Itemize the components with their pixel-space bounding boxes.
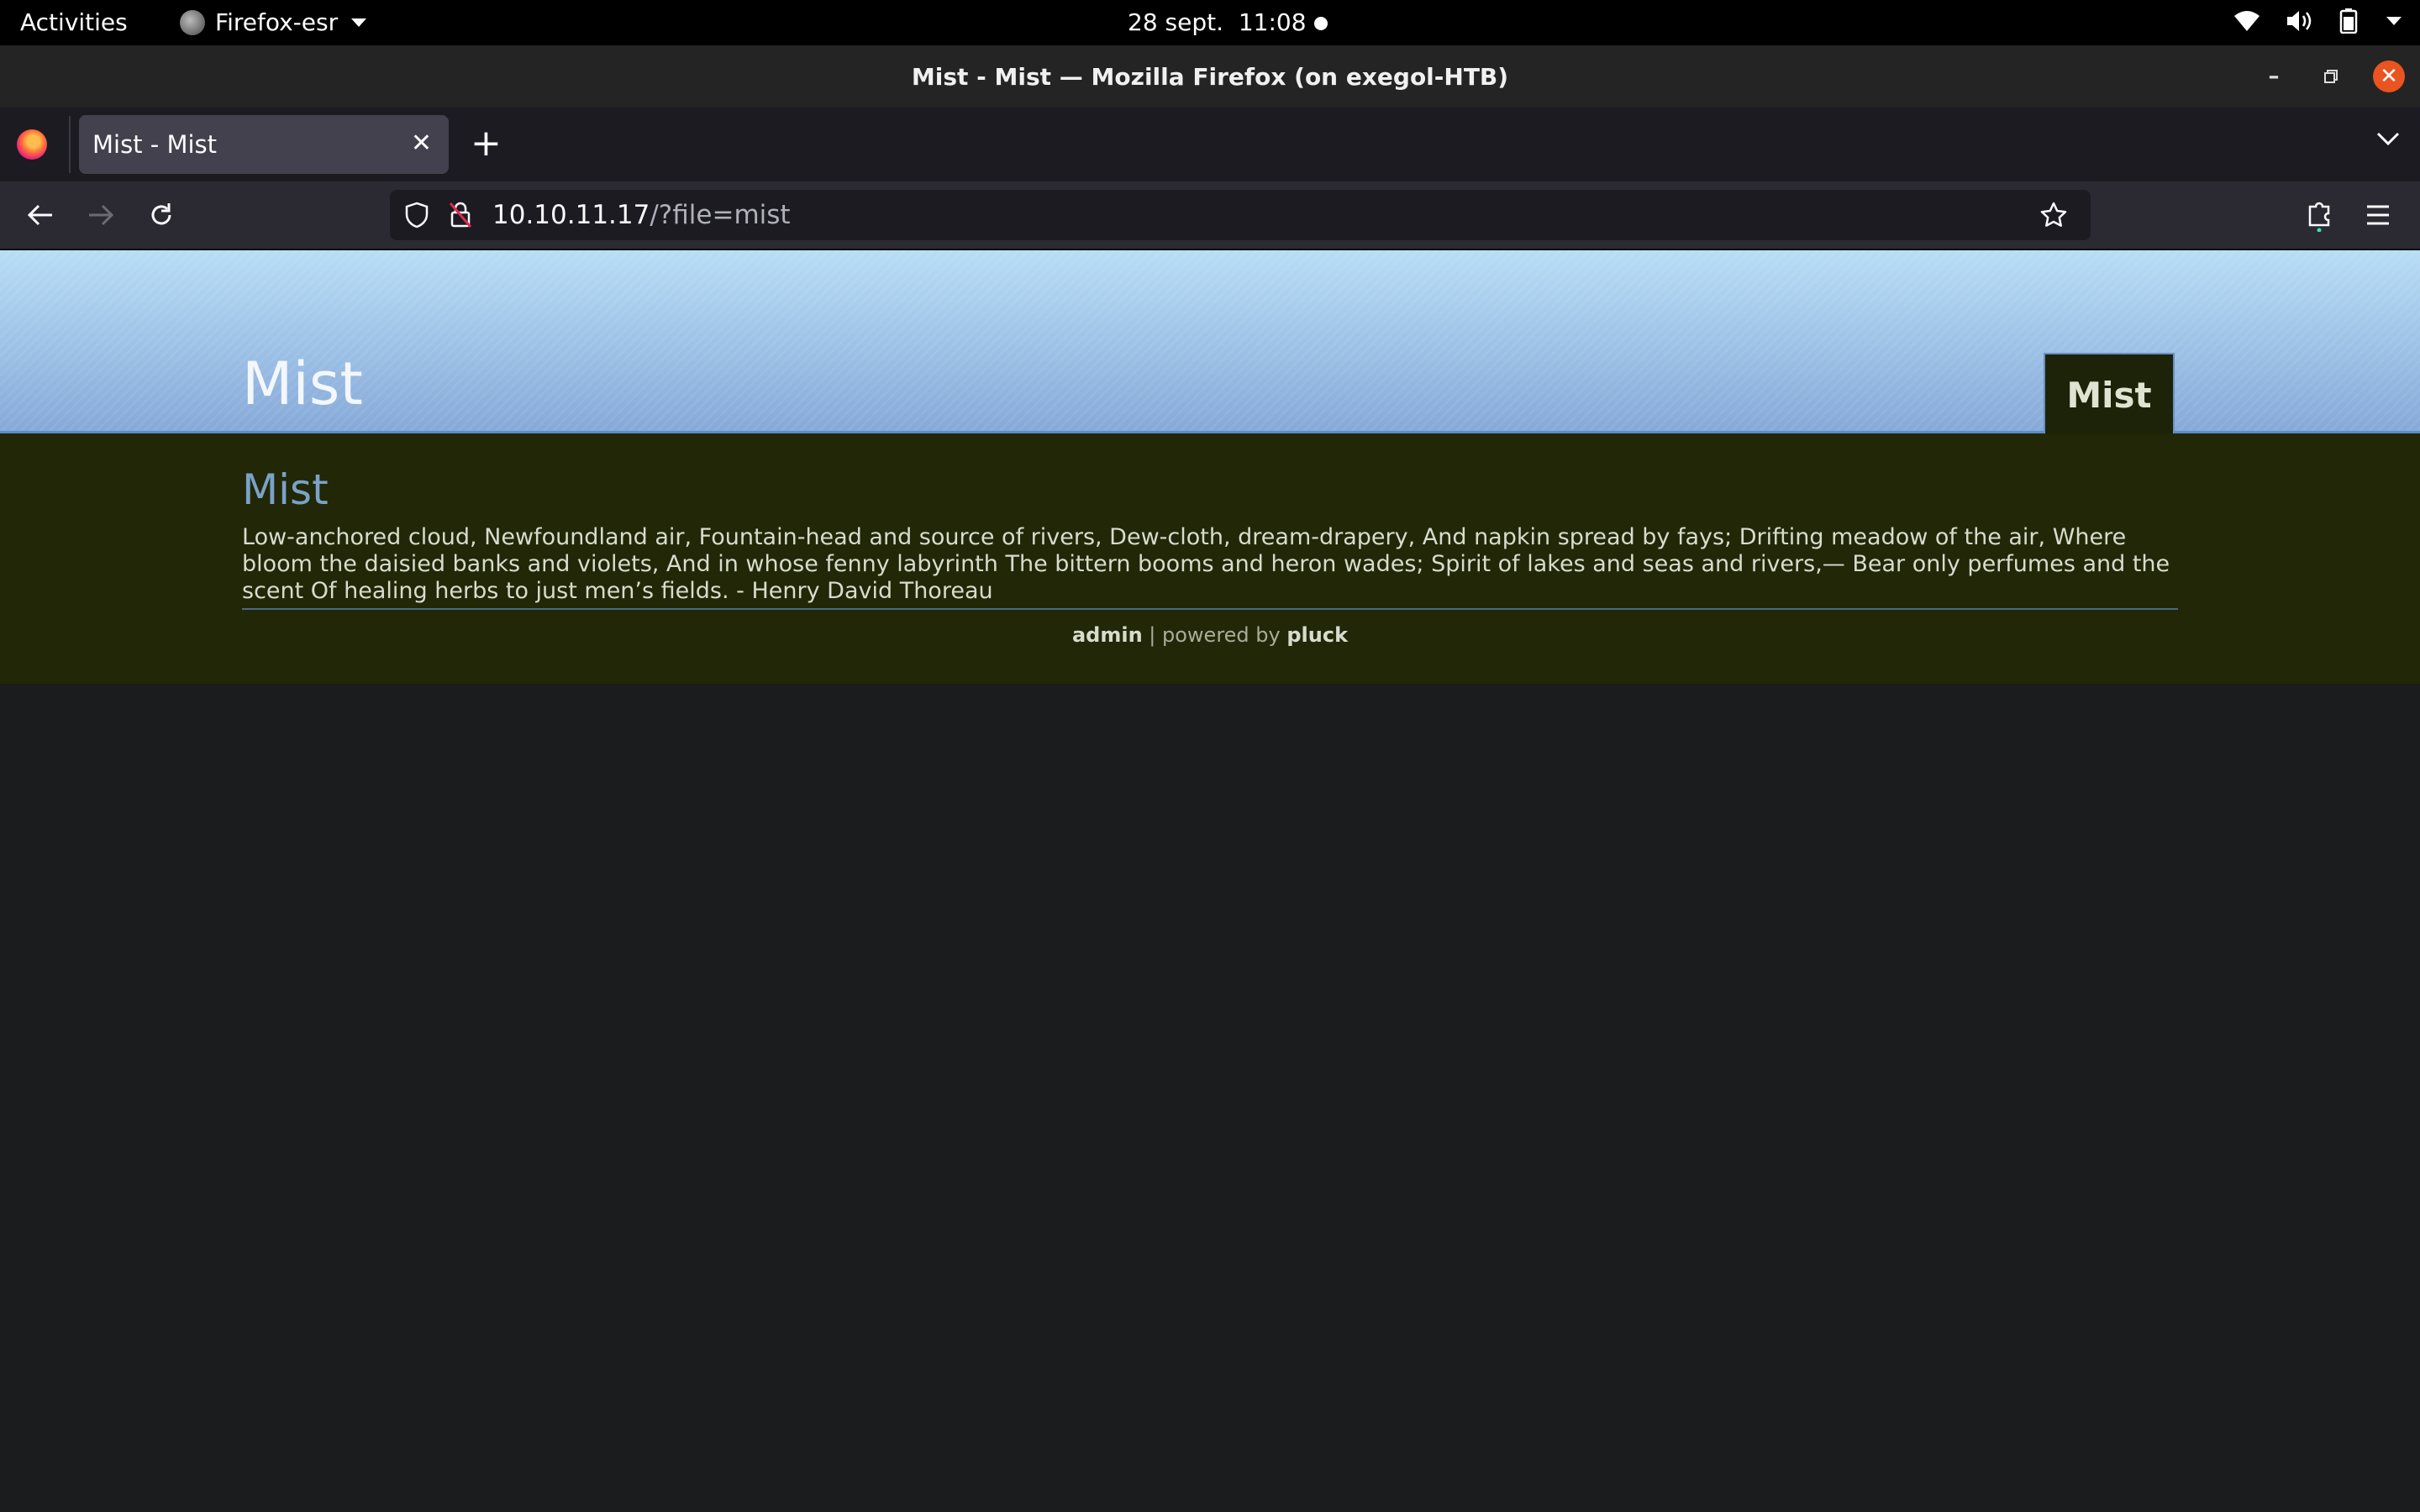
tab-separator (69, 116, 71, 173)
pluck-link[interactable]: pluck (1286, 623, 1348, 647)
restore-icon[interactable] (2316, 61, 2346, 92)
navigation-toolbar: 10.10.11.17/?file=mist (0, 181, 2420, 250)
close-tab-icon[interactable]: ✕ (411, 129, 432, 158)
window-title: Mist - Mist — Mozilla Firefox (on exegol… (911, 62, 1509, 91)
clock[interactable]: 28 sept. 11:08 (1128, 8, 1307, 36)
page-body-text: Low-anchored cloud, Newfoundland air, Fo… (242, 524, 2178, 610)
insecure-lock-icon[interactable] (444, 198, 477, 232)
window-controls-max (2316, 45, 2346, 108)
window-title-bar[interactable]: Mist - Mist — Mozilla Firefox (on exegol… (0, 45, 2420, 108)
site-content: Mist Low-anchored cloud, Newfoundland ai… (0, 433, 2420, 684)
new-tab-icon[interactable]: + (471, 123, 502, 165)
nav-menu-item-mist[interactable]: Mist (2044, 353, 2175, 435)
chevron-down-icon (351, 18, 367, 27)
tab-strip: Mist - Mist ✕ + (0, 108, 2420, 181)
tab-title: Mist - Mist (92, 130, 218, 159)
window-controls-close: ✕ (2373, 45, 2405, 108)
tracking-protection-shield-icon[interactable] (400, 198, 434, 232)
extensions-icon[interactable] (2302, 198, 2336, 232)
admin-link[interactable]: admin (1072, 623, 1143, 647)
window-controls: – (2259, 45, 2289, 108)
forward-icon (84, 198, 118, 232)
reload-icon[interactable] (145, 198, 178, 232)
system-top-bar: Activities Firefox-esr 28 sept. 11:08 (0, 0, 2420, 45)
app-menu-label: Firefox-esr (215, 8, 339, 36)
back-icon[interactable] (24, 198, 57, 232)
app-menu[interactable]: Firefox-esr (180, 8, 367, 36)
site-footer: admin | powered by pluck (0, 623, 2420, 647)
close-window-icon[interactable]: ✕ (2373, 60, 2405, 92)
battery-icon (2339, 8, 2358, 34)
minimize-icon[interactable]: – (2259, 61, 2289, 92)
site-title[interactable]: Mist (242, 349, 363, 418)
firefox-view-icon[interactable] (17, 129, 47, 160)
wifi-icon (2234, 11, 2260, 31)
url-text[interactable]: 10.10.11.17/?file=mist (492, 200, 791, 230)
nav-menu-label: Mist (2066, 374, 2152, 416)
site-header: Mist Mist (0, 250, 2420, 435)
footer-powered-by: | powered by (1142, 623, 1287, 647)
tab-mist[interactable]: Mist - Mist ✕ (79, 115, 449, 174)
web-page: Mist Mist Mist Low-anchored cloud, Newfo… (0, 250, 2420, 1512)
url-host: 10.10.11.17 (492, 200, 650, 230)
system-menu-caret-icon (2386, 17, 2402, 25)
clock-time: 11:08 (1238, 8, 1307, 36)
clock-date: 28 sept. (1128, 8, 1223, 36)
firefox-app-icon (180, 9, 205, 35)
page-title: Mist (242, 465, 329, 514)
notification-dot-icon (1314, 17, 1328, 30)
url-bar[interactable]: 10.10.11.17/?file=mist (390, 190, 2091, 240)
volume-icon (2287, 11, 2312, 31)
bookmark-star-icon[interactable] (2037, 198, 2070, 232)
system-tray[interactable] (2233, 8, 2402, 34)
hamburger-menu-icon[interactable] (2361, 198, 2395, 232)
activities-button[interactable]: Activities (20, 8, 128, 36)
url-path: /?file=mist (650, 200, 791, 230)
list-all-tabs-icon[interactable] (2376, 131, 2400, 146)
